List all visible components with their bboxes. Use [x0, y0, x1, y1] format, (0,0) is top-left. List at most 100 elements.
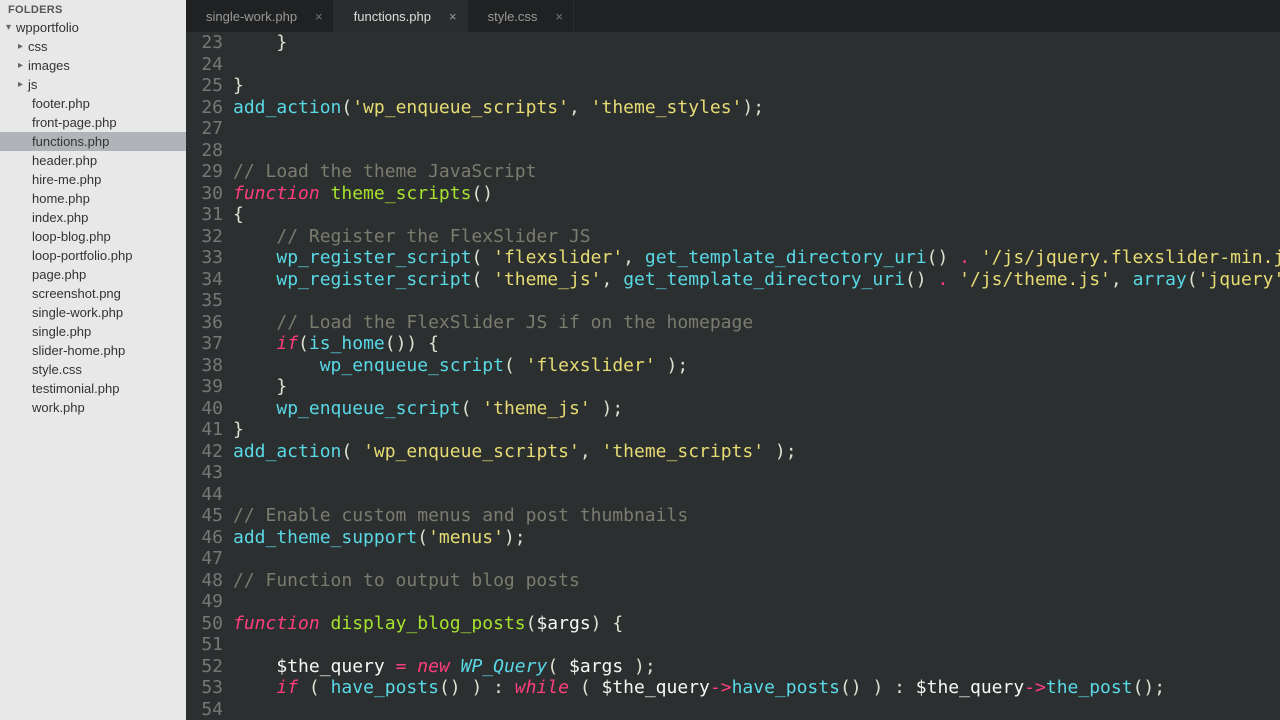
chevron-right-icon — [18, 79, 28, 90]
line-number: 40 — [186, 398, 223, 420]
line-number: 34 — [186, 269, 223, 291]
code-line[interactable] — [233, 699, 1280, 720]
line-number: 33 — [186, 247, 223, 269]
line-number: 41 — [186, 419, 223, 441]
tab-label: single-work.php — [206, 9, 297, 24]
line-number: 54 — [186, 699, 223, 720]
code-line[interactable] — [233, 548, 1280, 570]
close-icon[interactable]: × — [449, 9, 457, 24]
file-item[interactable]: header.php — [0, 151, 186, 170]
chevron-right-icon — [18, 41, 28, 52]
folder-item[interactable]: css — [0, 37, 186, 56]
code-line[interactable]: // Load the FlexSlider JS if on the home… — [233, 312, 1280, 334]
line-number: 48 — [186, 570, 223, 592]
folder-item[interactable]: images — [0, 56, 186, 75]
code-editor[interactable]: 2324252627282930313233343536373839404142… — [186, 32, 1280, 720]
line-number-gutter: 2324252627282930313233343536373839404142… — [186, 32, 233, 720]
code-line[interactable]: } — [233, 32, 1280, 54]
code-line[interactable] — [233, 290, 1280, 312]
chevron-right-icon — [18, 60, 28, 71]
line-number: 51 — [186, 634, 223, 656]
file-item[interactable]: index.php — [0, 208, 186, 227]
line-number: 44 — [186, 484, 223, 506]
folder-root[interactable]: wpportfolio — [0, 18, 186, 37]
file-item[interactable]: page.php — [0, 265, 186, 284]
line-number: 49 — [186, 591, 223, 613]
code-line[interactable]: function display_blog_posts($args) { — [233, 613, 1280, 635]
code-line[interactable]: { — [233, 204, 1280, 226]
code-line[interactable]: if(is_home()) { — [233, 333, 1280, 355]
file-item[interactable]: footer.php — [0, 94, 186, 113]
folder-label: images — [28, 58, 70, 73]
editor-pane: single-work.php × functions.php × style.… — [186, 0, 1280, 720]
line-number: 46 — [186, 527, 223, 549]
tab-label: functions.php — [354, 9, 431, 24]
line-number: 50 — [186, 613, 223, 635]
file-item[interactable]: loop-blog.php — [0, 227, 186, 246]
code-line[interactable]: add_action( 'wp_enqueue_scripts', 'theme… — [233, 441, 1280, 463]
code-line[interactable]: $the_query = new WP_Query( $args ); — [233, 656, 1280, 678]
code-line[interactable] — [233, 484, 1280, 506]
code-line[interactable]: function theme_scripts() — [233, 183, 1280, 205]
code-line[interactable]: } — [233, 376, 1280, 398]
file-item[interactable]: front-page.php — [0, 113, 186, 132]
file-item[interactable]: hire-me.php — [0, 170, 186, 189]
tab-single-work[interactable]: single-work.php × — [186, 0, 334, 32]
sidebar-header: FOLDERS — [0, 0, 186, 18]
file-item[interactable]: work.php — [0, 398, 186, 417]
line-number: 31 — [186, 204, 223, 226]
code-line[interactable]: } — [233, 419, 1280, 441]
tab-functions[interactable]: functions.php × — [334, 0, 468, 32]
line-number: 29 — [186, 161, 223, 183]
code-line[interactable]: // Load the theme JavaScript — [233, 161, 1280, 183]
code-line[interactable]: wp_enqueue_script( 'flexslider' ); — [233, 355, 1280, 377]
file-item[interactable]: functions.php — [0, 132, 186, 151]
line-number: 23 — [186, 32, 223, 54]
file-item[interactable]: single.php — [0, 322, 186, 341]
folder-label: css — [28, 39, 48, 54]
folder-item[interactable]: js — [0, 75, 186, 94]
line-number: 35 — [186, 290, 223, 312]
file-item[interactable]: testimonial.php — [0, 379, 186, 398]
code-line[interactable] — [233, 54, 1280, 76]
code-line[interactable]: // Register the FlexSlider JS — [233, 226, 1280, 248]
code-content[interactable]: } }add_action('wp_enqueue_scripts', 'the… — [233, 32, 1280, 720]
code-line[interactable] — [233, 462, 1280, 484]
line-number: 45 — [186, 505, 223, 527]
close-icon[interactable]: × — [315, 9, 323, 24]
line-number: 52 — [186, 656, 223, 678]
app-root: FOLDERS wpportfolio css images js footer… — [0, 0, 1280, 720]
file-item[interactable]: single-work.php — [0, 303, 186, 322]
file-item[interactable]: home.php — [0, 189, 186, 208]
close-icon[interactable]: × — [555, 9, 563, 24]
line-number: 39 — [186, 376, 223, 398]
code-line[interactable] — [233, 634, 1280, 656]
code-line[interactable]: // Enable custom menus and post thumbnai… — [233, 505, 1280, 527]
code-line[interactable] — [233, 118, 1280, 140]
line-number: 32 — [186, 226, 223, 248]
line-number: 42 — [186, 441, 223, 463]
code-line[interactable]: } — [233, 75, 1280, 97]
line-number: 36 — [186, 312, 223, 334]
code-line[interactable]: add_theme_support('menus'); — [233, 527, 1280, 549]
file-item[interactable]: style.css — [0, 360, 186, 379]
line-number: 38 — [186, 355, 223, 377]
code-line[interactable] — [233, 591, 1280, 613]
file-item[interactable]: screenshot.png — [0, 284, 186, 303]
tab-bar: single-work.php × functions.php × style.… — [186, 0, 1280, 32]
code-line[interactable]: add_action('wp_enqueue_scripts', 'theme_… — [233, 97, 1280, 119]
line-number: 26 — [186, 97, 223, 119]
file-item[interactable]: slider-home.php — [0, 341, 186, 360]
file-item[interactable]: loop-portfolio.php — [0, 246, 186, 265]
chevron-down-icon — [6, 22, 16, 33]
code-line[interactable] — [233, 140, 1280, 162]
line-number: 24 — [186, 54, 223, 76]
code-line[interactable]: if ( have_posts() ) : while ( $the_query… — [233, 677, 1280, 699]
tab-style[interactable]: style.css × — [468, 0, 574, 32]
line-number: 27 — [186, 118, 223, 140]
code-line[interactable]: wp_register_script( 'theme_js', get_temp… — [233, 269, 1280, 291]
code-line[interactable]: wp_register_script( 'flexslider', get_te… — [233, 247, 1280, 269]
code-line[interactable]: wp_enqueue_script( 'theme_js' ); — [233, 398, 1280, 420]
line-number: 37 — [186, 333, 223, 355]
code-line[interactable]: // Function to output blog posts — [233, 570, 1280, 592]
